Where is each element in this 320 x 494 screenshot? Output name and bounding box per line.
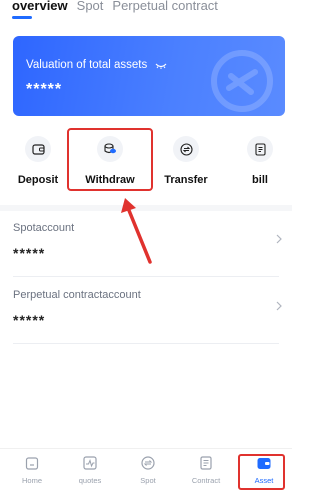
eye-closed-icon[interactable] xyxy=(155,61,167,69)
perpetual-account-row[interactable]: Perpetual contractaccount ***** xyxy=(0,277,292,347)
tab-spot[interactable]: Spot xyxy=(77,0,104,12)
perpetual-account-name: Perpetual contractaccount xyxy=(13,289,141,301)
tab-perpetual-contract[interactable]: Perpetual contract xyxy=(112,0,218,12)
top-tabs: overview Spot Perpetual contract xyxy=(12,0,218,19)
transfer-icon xyxy=(173,136,199,162)
total-assets-title-row: Valuation of total assets xyxy=(26,59,167,71)
red-arrow-annotation xyxy=(121,198,152,264)
nav-contract-label: Contract xyxy=(191,476,221,485)
chart-icon xyxy=(83,456,97,470)
nav-home[interactable]: Home xyxy=(9,455,55,491)
home-icon xyxy=(25,457,39,470)
spot-icon xyxy=(141,456,155,470)
transfer-label: Transfer xyxy=(164,174,208,186)
bill-button[interactable]: bill xyxy=(230,130,290,192)
total-assets-title: Valuation of total assets xyxy=(26,59,148,71)
nav-contract[interactable]: Contract xyxy=(183,455,229,491)
nav-spot[interactable]: Spot xyxy=(125,455,171,491)
nav-home-label: Home xyxy=(21,476,42,485)
contract-icon xyxy=(200,456,212,470)
wallet-icon xyxy=(25,136,51,162)
tab-overview[interactable]: overview xyxy=(12,0,68,19)
bill-label: bill xyxy=(252,174,268,186)
asset-highlight-box xyxy=(238,454,285,490)
withdraw-highlight-box xyxy=(67,128,153,191)
chevron-right-icon xyxy=(276,234,282,244)
chevron-right-icon xyxy=(276,301,282,311)
nav-spot-label: Spot xyxy=(140,476,156,485)
nav-quotes[interactable]: quotes xyxy=(67,455,113,491)
total-assets-card: Valuation of total assets ***** xyxy=(13,36,285,116)
spot-account-name: Spotaccount xyxy=(13,222,75,234)
bill-icon xyxy=(247,136,273,162)
spot-account-value: ***** xyxy=(13,245,46,261)
row-separator xyxy=(13,343,279,344)
perpetual-account-value: ***** xyxy=(13,312,46,328)
nav-quotes-label: quotes xyxy=(78,476,102,485)
total-assets-value: ***** xyxy=(26,81,63,98)
transfer-button[interactable]: Transfer xyxy=(156,130,216,192)
brand-logo-icon xyxy=(211,50,273,112)
deposit-button[interactable]: Deposit xyxy=(8,130,68,192)
deposit-label: Deposit xyxy=(17,174,59,186)
